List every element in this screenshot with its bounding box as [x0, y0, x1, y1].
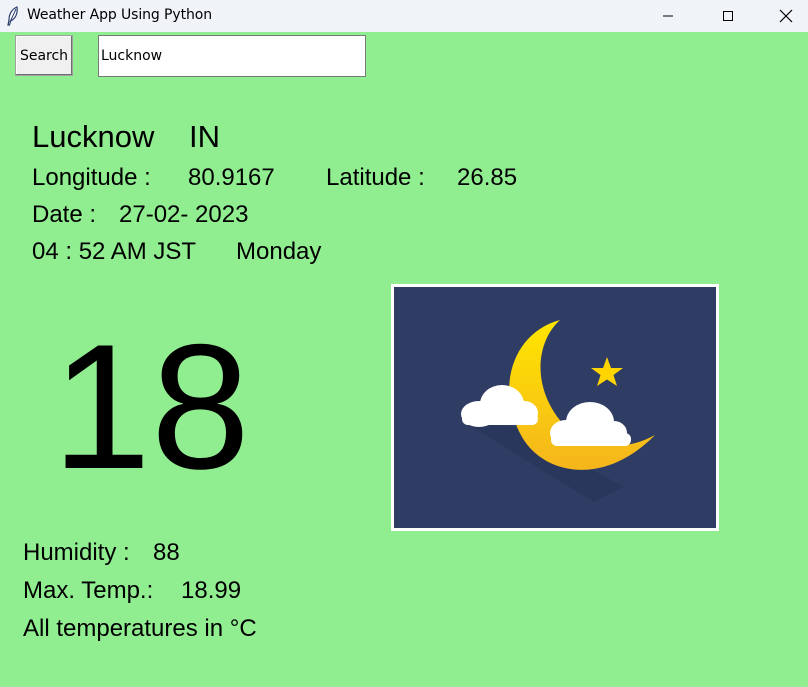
- temperature-unit-note: All temperatures in °C: [23, 615, 257, 642]
- search-input[interactable]: [98, 35, 366, 77]
- date-label: Date :: [32, 201, 97, 228]
- app-window: Weather App Using Python Search Lucknow …: [0, 0, 808, 687]
- moon-cloud-night-icon: [461, 320, 655, 502]
- latitude-value: 26.85: [457, 164, 518, 191]
- max-temp-value: 18.99: [181, 577, 242, 604]
- latitude-label: Latitude :: [326, 164, 425, 191]
- date-value: 27-02- 2023: [119, 201, 249, 228]
- longitude-label: Longitude :: [32, 164, 151, 191]
- country-code: IN: [189, 119, 220, 154]
- window-title: Weather App Using Python: [27, 7, 212, 23]
- feather-icon: [7, 6, 18, 26]
- day-value: Monday: [236, 238, 322, 265]
- search-button[interactable]: Search: [15, 35, 73, 76]
- max-temp-label: Max. Temp.:: [23, 577, 154, 604]
- close-button[interactable]: [758, 0, 808, 32]
- maximize-icon: [723, 11, 733, 21]
- weather-image: [391, 284, 719, 531]
- minimize-icon: [663, 15, 673, 17]
- city-name: Lucknow: [32, 119, 155, 154]
- time-value: 04 : 52 AM JST: [32, 238, 197, 265]
- humidity-label: Humidity :: [23, 539, 130, 566]
- close-icon: [779, 9, 793, 23]
- longitude-value: 80.9167: [188, 164, 275, 191]
- minimize-button[interactable]: [640, 0, 696, 32]
- humidity-value: 88: [153, 539, 180, 566]
- temperature-value: 18: [52, 307, 250, 506]
- maximize-button[interactable]: [700, 0, 756, 32]
- title-bar: Weather App Using Python: [0, 0, 808, 32]
